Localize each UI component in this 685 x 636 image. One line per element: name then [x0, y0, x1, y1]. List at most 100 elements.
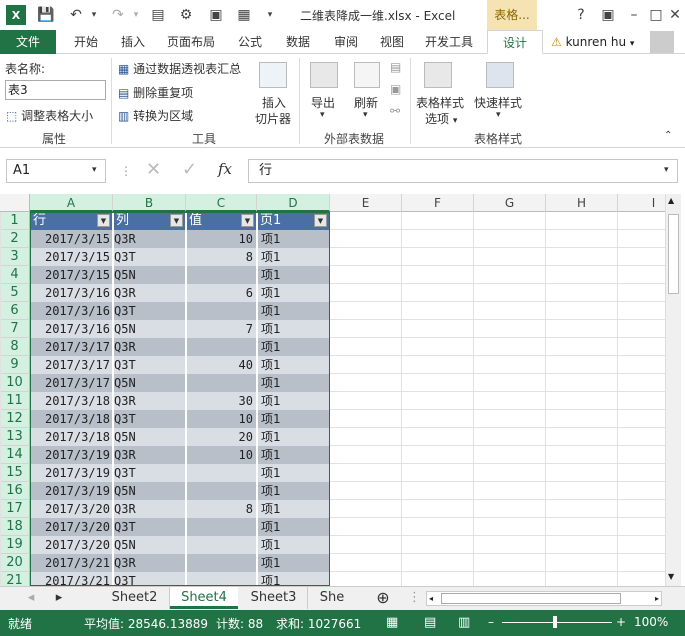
row-header[interactable]: 16	[0, 482, 30, 500]
table-cell[interactable]: 2017/3/15	[31, 266, 113, 284]
zoom-in-icon[interactable]: +	[616, 615, 626, 629]
table-cell[interactable]: 项1	[258, 248, 330, 266]
tab-view[interactable]: 视图	[372, 30, 412, 54]
row-header[interactable]: 8	[0, 338, 30, 356]
table-cell[interactable]: 2017/3/18	[31, 392, 113, 410]
column-header-c[interactable]: C	[186, 194, 257, 212]
table-cell[interactable]	[187, 374, 257, 392]
resize-table-button[interactable]: ⬚ 调整表格大小	[6, 107, 93, 124]
quick-styles-button[interactable]: 快速样式	[474, 94, 522, 111]
tab-review[interactable]: 审阅	[326, 30, 366, 54]
table-cell[interactable]	[187, 572, 257, 586]
zoom-level[interactable]: 100%	[634, 615, 668, 629]
customize-qat-icon[interactable]: ▾	[260, 5, 280, 25]
table-cell[interactable]: 项1	[258, 374, 330, 392]
scroll-down-icon[interactable]: ▼	[668, 572, 674, 581]
table-cell[interactable]	[187, 518, 257, 536]
row-header[interactable]: 5	[0, 284, 30, 302]
normal-view-icon[interactable]: ▦	[386, 615, 398, 630]
table-header-cell[interactable]: 页1 ▼	[258, 212, 330, 230]
page-layout-view-icon[interactable]: ▤	[424, 615, 436, 630]
next-sheet-icon[interactable]: ▸	[52, 587, 66, 609]
user-account[interactable]: ⚠ kunren hu ▾	[551, 30, 634, 54]
row-header[interactable]: 1	[0, 212, 30, 230]
scroll-right-icon[interactable]: ▸	[655, 592, 659, 605]
table-cell[interactable]: 项1	[258, 338, 330, 356]
filter-dropdown-icon[interactable]: ▼	[241, 214, 254, 227]
convert-to-range-button[interactable]: ▥ 转换为区域	[118, 107, 193, 124]
row-header[interactable]: 21	[0, 572, 30, 586]
table-cell[interactable]: Q3R	[114, 230, 186, 248]
table-cell[interactable]: 项1	[258, 284, 330, 302]
column-header-f[interactable]: F	[402, 194, 474, 212]
table-cell[interactable]: 2017/3/16	[31, 302, 113, 320]
quick-styles-dropdown-icon[interactable]: ▾	[496, 110, 501, 120]
insert-slicer-label-1[interactable]: 插入	[262, 94, 286, 111]
page-break-view-icon[interactable]: ▥	[458, 615, 470, 630]
row-header[interactable]: 12	[0, 410, 30, 428]
table-cell[interactable]: 2017/3/18	[31, 428, 113, 446]
table-cell[interactable]: 20	[187, 428, 257, 446]
table-cell[interactable]: Q3T	[114, 356, 186, 374]
table-cell[interactable]: Q3R	[114, 554, 186, 572]
row-header[interactable]: 10	[0, 374, 30, 392]
table-cell[interactable]: Q3T	[114, 572, 186, 586]
insert-function-icon[interactable]: fx	[218, 160, 232, 178]
style-options-label-1[interactable]: 表格样式	[416, 94, 464, 111]
open-browser-icon[interactable]: ▣	[390, 82, 401, 96]
expand-formula-icon[interactable]: ▾	[664, 165, 669, 175]
table-cell[interactable]: Q5N	[114, 266, 186, 284]
name-box[interactable]: A1	[6, 159, 106, 183]
table-cell[interactable]: 7	[187, 320, 257, 338]
table-cell[interactable]: Q5N	[114, 320, 186, 338]
row-header[interactable]: 6	[0, 302, 30, 320]
table-cell[interactable]: 项1	[258, 464, 330, 482]
column-header-a[interactable]: A	[30, 194, 113, 212]
table-cell[interactable]: 10	[187, 230, 257, 248]
style-options-button[interactable]: 选项 ▾	[425, 110, 457, 127]
table-header-cell[interactable]: 列 ▼	[114, 212, 186, 230]
tab-design[interactable]: 设计	[487, 30, 543, 54]
tab-developer[interactable]: 开发工具	[418, 30, 480, 54]
close-icon[interactable]: ✕	[664, 4, 685, 26]
table-cell[interactable]: 项1	[258, 572, 330, 586]
column-header-b[interactable]: B	[113, 194, 186, 212]
zoom-slider[interactable]	[502, 622, 612, 623]
table-cell[interactable]	[187, 464, 257, 482]
filter-dropdown-icon[interactable]: ▼	[97, 214, 110, 227]
row-header[interactable]: 13	[0, 428, 30, 446]
refresh-dropdown-icon[interactable]: ▾	[363, 110, 368, 120]
enter-icon[interactable]: ✓	[182, 159, 197, 180]
vertical-scrollbar[interactable]: ▲ ▼	[665, 194, 681, 586]
table-cell[interactable]	[187, 302, 257, 320]
export-button[interactable]: 导出	[311, 94, 335, 111]
table-cell[interactable]: 项1	[258, 230, 330, 248]
filter-dropdown-icon[interactable]: ▼	[314, 214, 327, 227]
table-cell[interactable]: 项1	[258, 482, 330, 500]
remove-duplicates-button[interactable]: ▤ 删除重复项	[118, 84, 193, 101]
table-cell[interactable]: 2017/3/17	[31, 356, 113, 374]
table-cell[interactable]: Q3R	[114, 392, 186, 410]
tab-insert[interactable]: 插入	[113, 30, 153, 54]
table-cell[interactable]: 项1	[258, 410, 330, 428]
table-cell[interactable]: 2017/3/21	[31, 572, 113, 586]
name-box-dropdown-icon[interactable]: ▾	[92, 165, 97, 175]
row-header[interactable]: 11	[0, 392, 30, 410]
zoom-slider-thumb[interactable]	[553, 616, 557, 628]
table-cell[interactable]: 2017/3/19	[31, 464, 113, 482]
form-icon[interactable]: ▤	[148, 5, 168, 25]
minimize-icon[interactable]: –	[623, 4, 645, 26]
table-cell[interactable]: Q3T	[114, 464, 186, 482]
sheet-ops-icon[interactable]: ⚙	[176, 5, 196, 25]
add-sheet-icon[interactable]: ⊕	[372, 587, 394, 609]
row-header[interactable]: 7	[0, 320, 30, 338]
row-header[interactable]: 19	[0, 536, 30, 554]
table-cell[interactable]: Q3T	[114, 248, 186, 266]
table-cell[interactable]: Q5N	[114, 374, 186, 392]
table-cell[interactable]: 2017/3/15	[31, 230, 113, 248]
save-icon[interactable]: 💾	[36, 5, 56, 25]
cancel-icon[interactable]: ✕	[146, 159, 161, 180]
column-header-g[interactable]: G	[474, 194, 546, 212]
row-header[interactable]: 2	[0, 230, 30, 248]
table-cell[interactable]: 2017/3/16	[31, 284, 113, 302]
